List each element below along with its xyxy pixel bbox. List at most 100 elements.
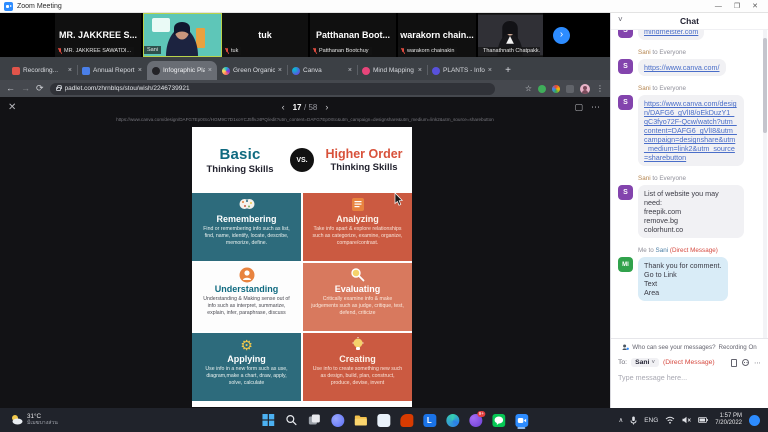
participant-label: Sani	[147, 47, 158, 53]
infographic-left-title: Basic	[196, 146, 284, 163]
zoom-taskbar-icon[interactable]	[512, 411, 530, 429]
tab-plants[interactable]: PLANTS - Infog...×	[427, 61, 497, 80]
chat-collapse-icon[interactable]: ˅	[618, 15, 623, 24]
emoji-icon[interactable]	[742, 359, 749, 366]
tab-green-organic[interactable]: Green Organic×	[217, 61, 287, 80]
app-l-icon[interactable]	[420, 411, 438, 429]
tab-strip: Recording...× Annual Report× Infographic…	[0, 57, 610, 80]
tab-close-icon[interactable]: ×	[488, 67, 492, 74]
vs-badge: VS.	[290, 148, 314, 172]
book-icon	[351, 197, 365, 212]
next-page-icon[interactable]: ›	[325, 102, 328, 112]
tray-expand-icon[interactable]: ∧	[618, 416, 623, 424]
extension-icon[interactable]	[538, 85, 546, 93]
tab-favicon	[222, 67, 230, 75]
chat-more-icon[interactable]: ⋯	[754, 359, 761, 367]
bookmark-star-icon[interactable]: ☆	[525, 84, 532, 93]
recipient-dropdown[interactable]: Sani ˅	[631, 358, 659, 367]
file-explorer-icon[interactable]	[351, 411, 369, 429]
clock[interactable]: 1:57 PM 7/20/2022	[715, 413, 742, 427]
tab-close-icon[interactable]: ×	[208, 67, 212, 74]
chat-message: S https://www.canva.com/design/DAFG6_gVl…	[618, 95, 759, 166]
tab-favicon	[362, 67, 370, 75]
maximize-button[interactable]: ❐	[734, 0, 740, 13]
infographic-right-subtitle: Thinking Skills	[320, 162, 408, 173]
brain-icon	[238, 197, 256, 212]
infographic-card: Basic Thinking Skills VS. Higher Order T…	[192, 127, 412, 407]
wifi-icon[interactable]	[665, 416, 675, 424]
reload-icon[interactable]: ⟳	[36, 84, 44, 93]
minimize-button[interactable]: —	[715, 0, 722, 13]
tab-infographic-plan[interactable]: Infographic Plan×	[147, 61, 217, 80]
participant-label: tuk	[231, 48, 238, 54]
chat-link[interactable]: https://www.canva.com/	[644, 63, 720, 72]
participant-tile[interactable]: Patthanan Boot... Patthanan Bootchuy	[310, 13, 398, 57]
profile-avatar[interactable]	[580, 84, 590, 94]
battery-icon[interactable]	[698, 417, 708, 423]
search-icon[interactable]	[282, 411, 300, 429]
forward-icon[interactable]: →	[21, 84, 30, 93]
messenger-icon[interactable]: 9+	[466, 411, 484, 429]
chevron-down-icon: ˅	[651, 360, 655, 366]
chat-link[interactable]: mindmeister.com	[644, 30, 698, 36]
magnifier-icon	[350, 267, 365, 282]
privacy-text[interactable]: Who can see your messages?	[632, 344, 715, 351]
extensions-pin-icon[interactable]	[566, 85, 574, 93]
line-icon[interactable]	[489, 411, 507, 429]
new-tab-button[interactable]: +	[501, 63, 515, 77]
tab-favicon	[152, 67, 160, 75]
participant-label: MR. JAKKREE SAWATDI...	[64, 48, 131, 54]
tab-close-icon[interactable]: ×	[278, 67, 282, 74]
tab-close-icon[interactable]: ×	[138, 67, 142, 74]
participant-video-thanathnath[interactable]: Thanathnath Chatpakk...	[478, 13, 545, 57]
extension-icon[interactable]	[552, 85, 560, 93]
url-input[interactable]: padlet.com/zhrnblqs/stou/wish/2246739921	[50, 83, 495, 95]
browser-menu-icon[interactable]: ⋮	[596, 84, 604, 93]
language-indicator[interactable]: ENG	[644, 417, 658, 424]
chat-scrollbar[interactable]	[763, 30, 767, 338]
tab-annual-report[interactable]: Annual Report×	[77, 61, 147, 80]
prev-page-icon[interactable]: ‹	[282, 102, 285, 112]
participant-tile[interactable]: tuk tuk	[222, 13, 310, 57]
back-icon[interactable]: ←	[6, 84, 15, 93]
participant-video-sani[interactable]: Sani	[143, 13, 222, 57]
mic-tray-icon[interactable]	[630, 416, 637, 425]
gear-icon: ⚙	[240, 338, 253, 352]
tab-mind-mapping[interactable]: Mind Mapping×	[357, 61, 427, 80]
tab-recording[interactable]: Recording...×	[7, 61, 77, 80]
teams-chat-icon[interactable]	[328, 411, 346, 429]
chat-message: S List of website you may need: freepik.…	[618, 185, 759, 238]
participant-name: MR. JAKKREE S...	[59, 30, 137, 40]
weather-widget[interactable]: 31°C มีเมฆบางส่วน	[0, 413, 58, 426]
tab-favicon	[12, 67, 20, 75]
mic-muted-icon	[225, 48, 229, 54]
chat-message-input[interactable]	[618, 373, 761, 382]
fullscreen-icon[interactable]: ▢	[574, 102, 583, 113]
volume-icon[interactable]	[682, 416, 691, 424]
viewer-more-icon[interactable]: ⋯	[591, 102, 600, 113]
mic-muted-icon	[313, 48, 317, 54]
notification-badge[interactable]	[749, 415, 760, 426]
attach-file-icon[interactable]	[731, 359, 737, 367]
task-view-icon[interactable]	[305, 411, 323, 429]
mail-icon[interactable]	[374, 411, 392, 429]
participant-label: warakorn chainakin	[407, 48, 454, 54]
tab-close-icon[interactable]: ×	[68, 67, 72, 74]
edge-icon[interactable]	[443, 411, 461, 429]
next-participants-button[interactable]: ›	[553, 27, 570, 44]
tab-canva[interactable]: Canva×	[287, 61, 357, 80]
mic-muted-icon	[58, 48, 62, 54]
tab-close-icon[interactable]: ×	[418, 67, 422, 74]
taskbar: 31°C มีเมฆบางส่วน 9+ ∧ ENG	[0, 408, 768, 432]
close-button[interactable]: ✕	[752, 0, 758, 13]
chat-link[interactable]: https://www.canva.com/design/DAFG6_gVlI8…	[644, 99, 737, 162]
office-icon[interactable]	[397, 411, 415, 429]
tab-close-icon[interactable]: ×	[348, 67, 352, 74]
participant-tile[interactable]: warakorn chain... warakorn chainakin	[398, 13, 478, 57]
participant-tile[interactable]: MR. JAKKREE S... MR. JAKKREE SAWATDI...	[55, 13, 143, 57]
start-button[interactable]	[259, 411, 277, 429]
zoom-app-icon	[4, 2, 13, 11]
cell-evaluating: Evaluating Critically examine info & mak…	[303, 263, 412, 331]
tab-favicon	[292, 67, 300, 75]
attachment-url[interactable]: https://www.canva.com/design/DAFG7Ep0ISc…	[0, 117, 610, 122]
